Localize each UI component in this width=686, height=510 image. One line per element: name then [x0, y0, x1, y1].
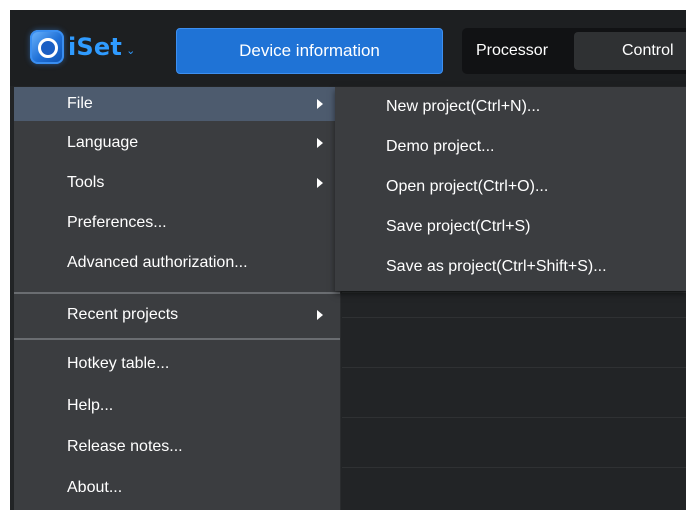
chevron-right-icon — [317, 138, 323, 148]
menu-item-label: File — [67, 95, 93, 112]
menu-item-language[interactable]: Language — [14, 126, 340, 160]
submenu-item-new-project[interactable]: New project(Ctrl+N)... — [335, 87, 686, 127]
menu-item-label: Advanced authorization... — [67, 254, 248, 271]
menu-item-tools[interactable]: Tools — [14, 166, 340, 200]
tab-control-label: Control — [622, 42, 674, 59]
iset-logo-icon — [30, 30, 64, 64]
menu-item-file[interactable]: File — [14, 87, 340, 121]
submenu-item-save-as-project[interactable]: Save as project(Ctrl+Shift+S)... — [335, 247, 686, 287]
menu-item-label: Language — [67, 134, 139, 151]
file-submenu: New project(Ctrl+N)... Demo project... O… — [335, 87, 686, 291]
menu-item-label: Tools — [67, 174, 105, 191]
submenu-item-label: Save project(Ctrl+S) — [386, 218, 531, 235]
chevron-down-icon: ⌄ — [126, 44, 136, 57]
menu-item-release-notes[interactable]: Release notes... — [14, 430, 340, 464]
logo-text: iSet — [68, 33, 123, 61]
content-divider — [342, 467, 686, 468]
submenu-item-demo-project[interactable]: Demo project... — [335, 127, 686, 167]
menu-item-about[interactable]: About... — [14, 471, 340, 505]
app-dropdown-menu: File Language Tools Preferences... Advan… — [14, 87, 341, 510]
submenu-item-label: Save as project(Ctrl+Shift+S)... — [386, 258, 607, 275]
app-menu-button[interactable]: iSet ⌄ — [30, 27, 135, 67]
content-divider — [342, 317, 686, 318]
chevron-right-icon — [317, 99, 323, 109]
tab-processor[interactable]: Processor — [476, 36, 548, 66]
header-bar: iSet ⌄ Device information Processor Cont… — [10, 10, 686, 86]
submenu-item-label: Demo project... — [386, 138, 495, 155]
content-divider — [342, 417, 686, 418]
menu-item-label: Help... — [67, 397, 114, 414]
submenu-item-label: Open project(Ctrl+O)... — [386, 178, 549, 195]
submenu-item-open-project[interactable]: Open project(Ctrl+O)... — [335, 167, 686, 207]
chevron-right-icon — [317, 178, 323, 188]
app-window: iSet ⌄ Device information Processor Cont… — [10, 10, 686, 510]
content-divider — [342, 292, 686, 293]
content-divider — [342, 367, 686, 368]
menu-item-label: Recent projects — [67, 306, 179, 323]
menu-item-help[interactable]: Help... — [14, 389, 340, 423]
menu-item-label: Preferences... — [67, 214, 167, 231]
menu-item-label: Hotkey table... — [67, 355, 170, 372]
chevron-right-icon — [317, 310, 323, 320]
menu-item-label: About... — [67, 479, 123, 496]
menu-item-recent-projects[interactable]: Recent projects — [14, 298, 340, 332]
menu-item-advanced-authorization[interactable]: Advanced authorization... — [14, 246, 340, 280]
menu-item-preferences[interactable]: Preferences... — [14, 206, 340, 240]
submenu-item-label: New project(Ctrl+N)... — [386, 98, 541, 115]
submenu-item-save-project[interactable]: Save project(Ctrl+S) — [335, 207, 686, 247]
menu-divider — [14, 292, 340, 294]
tab-control[interactable]: Control — [574, 32, 686, 70]
device-information-button[interactable]: Device information — [176, 28, 443, 74]
menu-item-label: Release notes... — [67, 438, 183, 455]
menu-item-hotkey-table[interactable]: Hotkey table... — [14, 347, 340, 381]
menu-divider — [14, 338, 340, 340]
